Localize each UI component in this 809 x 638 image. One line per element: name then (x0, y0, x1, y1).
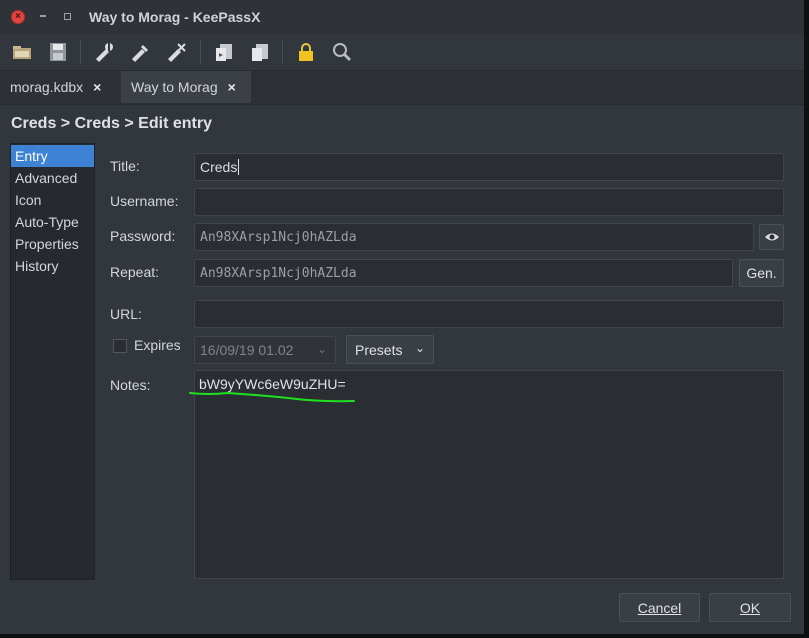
delete-entry-icon[interactable] (164, 40, 188, 64)
toolbar (0, 34, 804, 71)
lock-database-icon[interactable] (294, 40, 318, 64)
title-label: Title: (110, 158, 140, 174)
repeat-value: An98XArsp1Ncj0hAZLda (200, 265, 357, 281)
desktop-background (804, 0, 809, 638)
toolbar-separator (200, 40, 201, 64)
toggle-password-visibility-button[interactable] (759, 224, 784, 250)
eye-icon (764, 233, 779, 241)
copy-username-icon[interactable] (212, 40, 236, 64)
sidebar-item-auto-type[interactable]: Auto-Type (11, 211, 94, 233)
desktop-background (0, 634, 809, 638)
repeat-password-field[interactable]: An98XArsp1Ncj0hAZLda (194, 259, 733, 287)
tab-label: morag.kdbx (10, 79, 84, 95)
username-label: Username: (110, 193, 179, 209)
search-icon[interactable] (330, 40, 354, 64)
window-close-icon[interactable]: × (11, 10, 25, 24)
window-minimize-icon[interactable] (40, 15, 46, 17)
password-field[interactable]: An98XArsp1Ncj0hAZLda (194, 223, 754, 251)
sidebar-item-icon[interactable]: Icon (11, 189, 94, 211)
toolbar-separator (80, 40, 81, 64)
expires-datetime-field[interactable]: 16/09/19 01.02 ⌄ (194, 336, 336, 364)
chevron-down-icon: ⌄ (414, 341, 425, 355)
notes-label: Notes: (110, 377, 151, 393)
ok-label: OK (739, 599, 761, 616)
sidebar-item-advanced[interactable]: Advanced (11, 167, 94, 189)
open-database-icon[interactable] (10, 40, 34, 64)
sidebar-item-history[interactable]: History (11, 255, 94, 277)
repeat-label: Repeat: (110, 264, 160, 280)
cancel-label: Cancel (637, 599, 682, 616)
tab-way-to-morag[interactable]: Way to Morag × (121, 71, 251, 103)
breadcrumb: Creds > Creds > Edit entry (11, 115, 212, 132)
tab-close-icon[interactable]: × (228, 79, 236, 95)
expires-value: 16/09/19 01.02 (200, 342, 294, 358)
copy-password-icon[interactable] (248, 40, 272, 64)
tab-close-icon[interactable]: × (93, 79, 101, 95)
window-title: Way to Morag - KeePassX (89, 9, 261, 25)
edit-entry-icon[interactable] (128, 40, 152, 64)
password-value: An98XArsp1Ncj0hAZLda (200, 229, 357, 245)
sidebar-item-entry[interactable]: Entry (11, 145, 94, 167)
title-field[interactable]: Creds (194, 153, 784, 181)
toolbar-separator (282, 40, 283, 64)
text-cursor (238, 159, 240, 175)
presets-dropdown[interactable]: Presets ⌄ (346, 335, 434, 364)
chevron-down-icon: ⌄ (316, 342, 327, 356)
generate-password-button[interactable]: Gen. (739, 259, 784, 287)
cancel-button[interactable]: Cancel (619, 593, 700, 622)
expires-label: Expires (134, 337, 181, 353)
username-field[interactable] (194, 188, 784, 216)
url-label: URL: (110, 306, 142, 322)
ok-button[interactable]: OK (709, 593, 791, 622)
window-maximize-icon[interactable] (64, 13, 71, 20)
tab-morag-kdbx[interactable]: morag.kdbx × (0, 71, 121, 103)
green-underline-annotation (189, 391, 355, 403)
save-database-icon[interactable] (46, 40, 70, 64)
tab-label: Way to Morag (131, 79, 218, 95)
password-label: Password: (110, 228, 176, 244)
add-entry-icon[interactable] (92, 40, 116, 64)
expires-checkbox[interactable] (113, 339, 127, 353)
sidebar-item-properties[interactable]: Properties (11, 233, 94, 255)
title-value: Creds (200, 159, 238, 175)
presets-label: Presets (355, 341, 403, 358)
url-field[interactable] (194, 300, 784, 328)
